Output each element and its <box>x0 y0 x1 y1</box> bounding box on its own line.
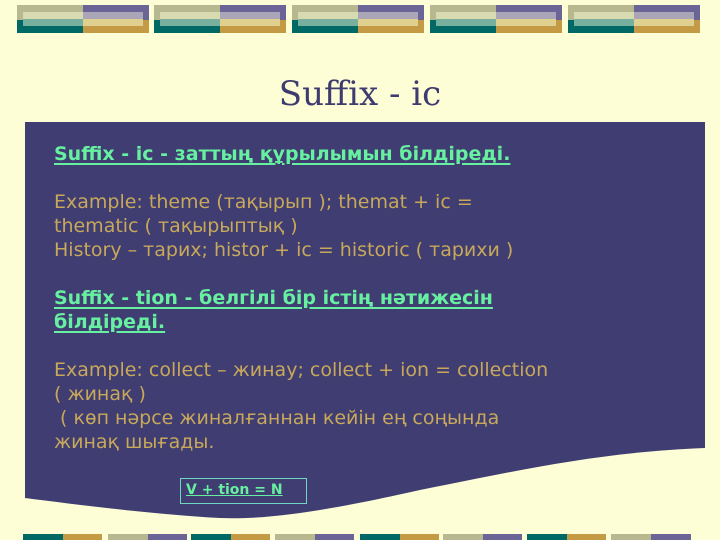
banner-segment <box>400 534 439 540</box>
banner-segment <box>23 534 63 540</box>
body-line: ( жинақ ) <box>54 383 146 405</box>
banner-segment <box>483 534 522 540</box>
banner-segment <box>148 534 187 540</box>
formula-box: V + tion = N <box>180 478 307 504</box>
body-line: Example: theme (тақырып ); themat + ic = <box>54 191 473 213</box>
banner-segment <box>231 534 270 540</box>
body-line: ( көп нәрсе жиналғаннан кейін ең соңында <box>54 407 500 429</box>
banner-segment <box>527 534 567 540</box>
banner-segment <box>443 534 483 540</box>
body-line: Example: collect – жинау; collect + ion … <box>54 359 549 381</box>
banner-segment <box>275 534 315 540</box>
banner-segment <box>315 534 354 540</box>
banner-segment <box>651 534 691 540</box>
bottom-decorative-banner <box>23 534 703 540</box>
section-heading-tion: Suffix - tion - белгілі бір істің нәтиже… <box>54 287 493 309</box>
banner-segment <box>360 534 400 540</box>
body-line: History – тарих; histor + ic = historic … <box>54 239 514 261</box>
banner-segment <box>611 534 651 540</box>
banner-segment <box>63 534 102 540</box>
banner-segment <box>108 534 148 540</box>
banner-segment <box>191 534 231 540</box>
section-heading-ic: Suffix - ic - заттың құрылымын білдіреді… <box>54 143 511 165</box>
slide-body: Suffix - ic - заттың құрылымын білдіреді… <box>54 142 694 454</box>
section-heading-tion-cont: білдіреді. <box>54 311 166 333</box>
banner-segment <box>567 534 606 540</box>
body-line: thematic ( тақырыптық ) <box>54 215 298 237</box>
body-line: жинақ шығады. <box>54 431 215 453</box>
